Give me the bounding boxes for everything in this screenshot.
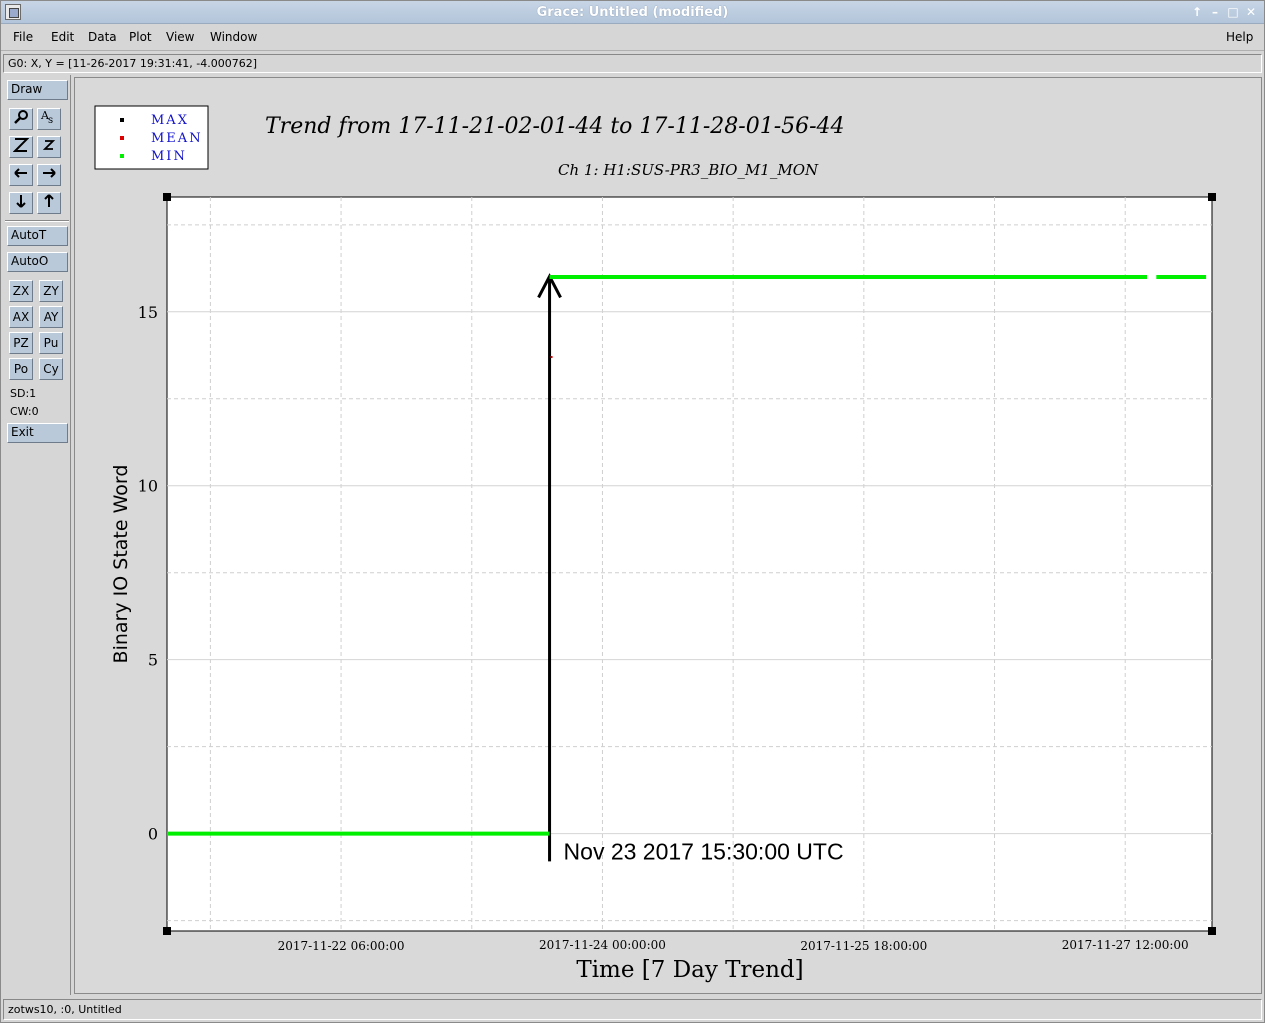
menu-edit[interactable]: Edit	[51, 30, 74, 44]
menu-view[interactable]: View	[166, 30, 194, 44]
y-tick-label: 15	[138, 303, 158, 322]
scroll-down-button[interactable]	[9, 192, 33, 214]
draw-button[interactable]: Draw	[7, 80, 68, 100]
x-tick-label: 2017-11-27 12:00:00	[1062, 938, 1189, 952]
zoom-button[interactable]	[9, 108, 33, 130]
tool-panel: Draw As AutoT AutoO ZX ZY AX AY PZ Pu Po…	[3, 75, 71, 995]
selection-handle[interactable]	[1208, 193, 1216, 201]
maximize-button[interactable]: □	[1226, 4, 1240, 20]
chart-subtitle: Ch 1: H1:SUS-PR3_BIO_M1_MON	[558, 161, 819, 179]
scroll-left-button[interactable]	[9, 164, 33, 186]
x-tick-label: 2017-11-22 06:00:00	[278, 939, 405, 953]
zoom-out-button[interactable]	[37, 136, 61, 158]
scroll-left-icon	[14, 168, 27, 178]
status-bar: zotws10, :0, Untitled	[3, 999, 1262, 1020]
menu-data[interactable]: Data	[88, 30, 117, 44]
current-world-readout: CW:0	[10, 405, 39, 418]
zoom-in-button[interactable]	[9, 136, 33, 158]
y-tick-label: 0	[148, 825, 158, 844]
legend-marker-min	[120, 154, 124, 158]
menu-help[interactable]: Help	[1226, 30, 1253, 44]
x-tick-label: 2017-11-24 00:00:00	[539, 938, 666, 952]
title-bar[interactable]: Grace: Untitled (modified) ↑ – □ ✕	[1, 1, 1264, 24]
scroll-up-button[interactable]	[37, 192, 61, 214]
menu-plot[interactable]: Plot	[129, 30, 152, 44]
minimize-button[interactable]: –	[1208, 4, 1222, 20]
pop-button[interactable]: Po	[9, 358, 33, 380]
cycle-button[interactable]: Cy	[39, 358, 63, 380]
x-axis-label: Time [7 Day Trend]	[576, 957, 803, 983]
raise-window-button[interactable]: ↑	[1190, 4, 1204, 20]
legend-marker-max	[120, 118, 124, 122]
autoscale-text-icon: As	[40, 109, 53, 126]
legend-marker-mean	[120, 136, 124, 140]
autoscale-on-set-button[interactable]: AutoO	[7, 252, 68, 272]
autoscale-x-button[interactable]: AX	[9, 306, 33, 328]
y-tick-label: 5	[148, 651, 158, 670]
autoscale-text-button[interactable]: As	[37, 108, 61, 130]
trend-chart: MAX MEAN MIN Trend from 17-11-21-02-01-4…	[75, 78, 1261, 993]
legend-label-min: MIN	[151, 149, 187, 164]
autoscale-button[interactable]: AutoT	[7, 226, 68, 246]
push-zoom-button[interactable]: PZ	[9, 332, 33, 354]
scroll-up-icon	[44, 194, 54, 207]
selection-handle[interactable]	[163, 193, 171, 201]
plot-canvas[interactable]: MAX MEAN MIN Trend from 17-11-21-02-01-4…	[74, 77, 1262, 994]
menu-file[interactable]: File	[13, 30, 33, 44]
selection-handle[interactable]	[1208, 927, 1216, 935]
legend-label-mean: MEAN	[151, 131, 203, 146]
y-axis-label: Binary IO State Word	[110, 465, 132, 664]
menu-bar: File Edit Data Plot View Window Help	[1, 24, 1264, 51]
set-depth-readout: SD:1	[10, 387, 37, 400]
legend-label-max: MAX	[151, 113, 189, 128]
window-title: Grace: Untitled (modified)	[536, 5, 729, 20]
locator-bar: G0: X, Y = [11-26-2017 19:31:41, -4.0007…	[3, 54, 1262, 73]
zoom-out-icon	[42, 140, 56, 150]
y-tick-label: 10	[138, 477, 158, 496]
scroll-right-icon	[43, 168, 56, 178]
scroll-right-button[interactable]	[37, 164, 61, 186]
autoscale-y-button[interactable]: AY	[39, 306, 63, 328]
toolbar-separator	[5, 220, 69, 222]
menu-window[interactable]: Window	[210, 30, 257, 44]
plot-area	[166, 196, 1213, 932]
zoom-x-button[interactable]: ZX	[9, 280, 33, 302]
legend: MAX MEAN MIN	[94, 105, 209, 170]
data-point-mean	[550, 356, 553, 359]
zoom-icon	[14, 110, 28, 124]
event-annotation: Nov 23 2017 15:30:00 UTC	[564, 838, 844, 864]
chart-title: Trend from 17-11-21-02-01-44 to 17-11-28…	[265, 114, 845, 139]
close-button[interactable]: ✕	[1244, 4, 1258, 20]
pop-up-button[interactable]: Pu	[39, 332, 63, 354]
selection-handle[interactable]	[163, 927, 171, 935]
scroll-down-icon	[16, 195, 26, 208]
x-tick-label: 2017-11-25 18:00:00	[800, 939, 927, 953]
exit-button[interactable]: Exit	[7, 423, 68, 443]
zoom-in-icon	[12, 138, 30, 152]
grace-window: Grace: Untitled (modified) ↑ – □ ✕ File …	[0, 0, 1265, 1023]
svg-text:s: s	[48, 115, 53, 125]
zoom-y-button[interactable]: ZY	[39, 280, 63, 302]
